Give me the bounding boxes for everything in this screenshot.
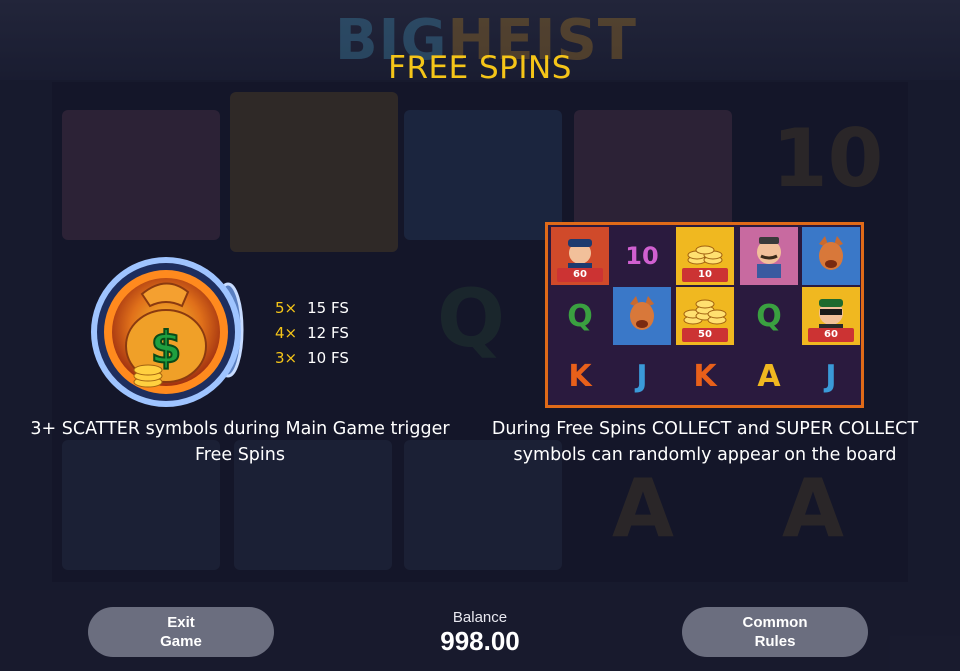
robber-icon: 60 bbox=[802, 287, 860, 345]
money-bag-scatter-icon: $ bbox=[90, 254, 250, 410]
q-icon: Q bbox=[567, 298, 593, 334]
k-icon: K bbox=[693, 358, 717, 394]
detective-icon bbox=[740, 227, 798, 285]
balance-label: Balance bbox=[452, 609, 508, 626]
paytable-row: 3× 10 FS bbox=[275, 349, 349, 367]
dog-icon bbox=[802, 227, 860, 285]
common-rules-button[interactable]: Common Rules bbox=[682, 607, 868, 657]
a-icon: A bbox=[757, 358, 781, 394]
exit-game-button[interactable]: Exit Game bbox=[88, 607, 274, 657]
coins-collect-icon: 50 bbox=[676, 287, 734, 345]
coins-collect-icon: 10 bbox=[676, 227, 734, 285]
k-icon: K bbox=[568, 358, 592, 394]
paytable-row: 4× 12 FS bbox=[275, 324, 349, 342]
scatter-description: 3+ SCATTER symbols during Main Game trig… bbox=[30, 419, 450, 465]
balance-display: Balance 998.00 bbox=[380, 609, 580, 657]
j-icon: J bbox=[825, 358, 837, 394]
scatter-paytable: 5× 15 FS 4× 12 FS 3× 10 FS bbox=[275, 296, 349, 371]
dog-icon bbox=[613, 287, 671, 345]
police-officer-icon: 60 bbox=[551, 227, 609, 285]
balance-value: 998.00 bbox=[440, 626, 520, 656]
collect-description: During Free Spins COLLECT and SUPER COLL… bbox=[491, 419, 919, 465]
q-icon: Q bbox=[756, 298, 782, 334]
paytable-row: 5× 15 FS bbox=[275, 299, 349, 317]
ten-icon: 10 bbox=[625, 242, 659, 270]
page-title: FREE SPINS bbox=[388, 50, 572, 86]
j-icon: J bbox=[636, 358, 648, 394]
example-board: 60 10 10 Q 50 Q 60 K J K A J bbox=[545, 222, 864, 408]
